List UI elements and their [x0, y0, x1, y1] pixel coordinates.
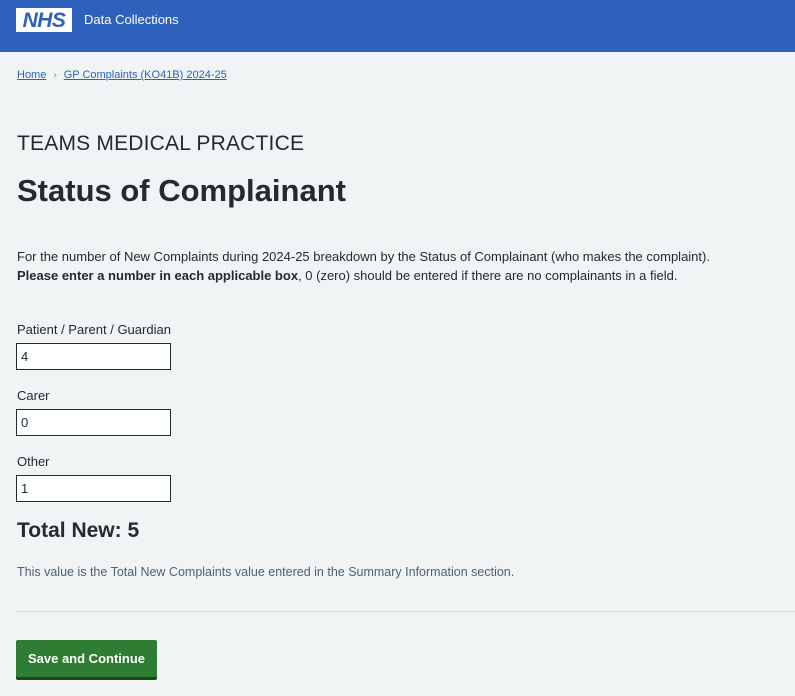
other-label: Other	[17, 454, 50, 469]
patient-parent-guardian-input[interactable]	[16, 343, 171, 370]
nhs-logo-text: NHS	[22, 8, 66, 32]
carer-label: Carer	[17, 388, 50, 403]
total-hint: This value is the Total New Complaints v…	[17, 565, 515, 579]
section-divider	[16, 611, 795, 612]
save-and-continue-button[interactable]: Save and Continue	[16, 640, 157, 677]
intro-description: For the number of New Complaints during …	[17, 249, 710, 264]
practice-caption: TEAMS MEDICAL PRACTICE	[17, 132, 305, 155]
breadcrumb-home-link[interactable]: Home	[17, 69, 46, 81]
breadcrumb-current-link[interactable]: GP Complaints (KO41B) 2024-25	[64, 69, 227, 81]
total-new-heading: Total New: 5	[17, 519, 140, 542]
service-name[interactable]: Data Collections	[84, 12, 179, 27]
nhs-logo[interactable]: NHS	[16, 8, 72, 32]
breadcrumb: Home › GP Complaints (KO41B) 2024-25	[17, 69, 227, 81]
intro-text: For the number of New Complaints during …	[17, 247, 787, 285]
instruction-bold: Please enter a number in each applicable…	[17, 268, 299, 283]
page-title: Status of Complainant	[17, 173, 346, 208]
other-input[interactable]	[16, 475, 171, 502]
chevron-right-icon: ›	[53, 69, 57, 81]
site-header: NHS Data Collections	[0, 0, 795, 52]
instruction-rest: , 0 (zero) should be entered if there ar…	[298, 268, 678, 283]
patient-parent-guardian-label: Patient / Parent / Guardian	[17, 322, 171, 337]
carer-input[interactable]	[16, 409, 171, 436]
